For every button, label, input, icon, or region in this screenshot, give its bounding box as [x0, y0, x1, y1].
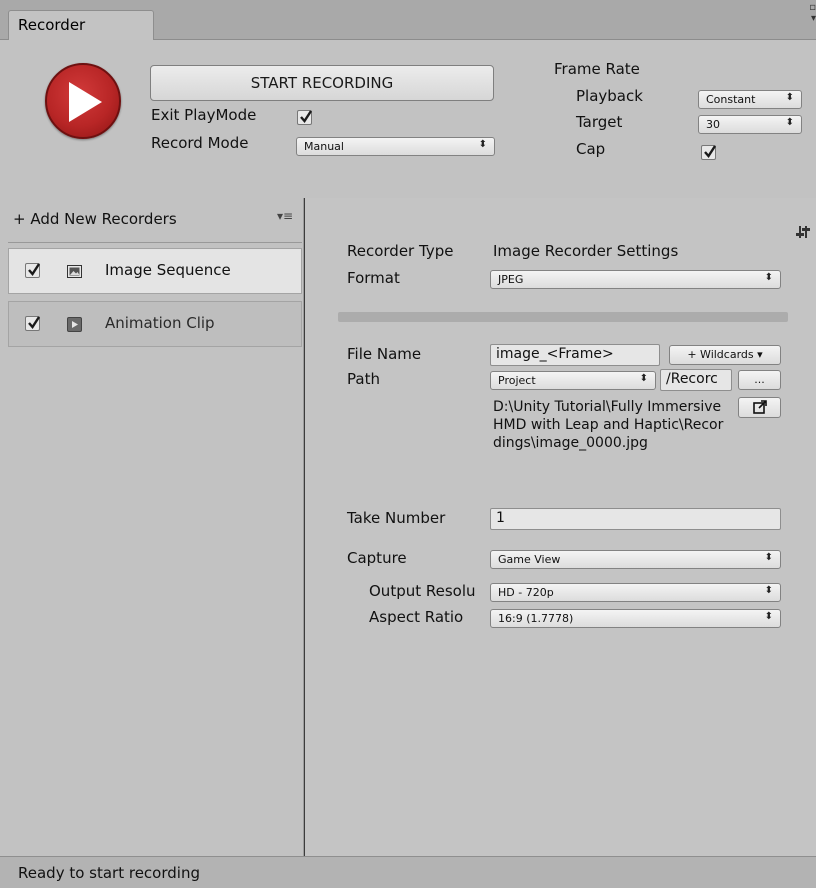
window-menu-icon[interactable]: ▫ ▾	[798, 2, 816, 28]
dropdown-arrow-icon: ⬍	[764, 585, 773, 596]
cap-checkbox[interactable]	[701, 145, 717, 160]
recorder-enabled-checkbox[interactable]	[25, 263, 41, 278]
animation-icon	[67, 317, 82, 332]
take-number-label: Take Number	[347, 509, 446, 527]
target-value: 30	[706, 118, 720, 131]
capture-value: Game View	[498, 553, 561, 566]
tab-recorder[interactable]: Recorder	[8, 10, 154, 41]
path-root-value: Project	[498, 374, 536, 387]
wildcards-button[interactable]: + Wildcards ▾	[669, 345, 781, 365]
capture-dropdown[interactable]: Game View ⬍	[490, 550, 781, 569]
playback-label: Playback	[576, 87, 643, 105]
open-folder-button[interactable]	[738, 397, 781, 418]
recorder-item-image-sequence[interactable]: Image Sequence	[8, 248, 302, 294]
chevron-down-icon: ▾	[757, 348, 763, 361]
resolved-output-path: D:\Unity Tutorial\Fully Immersive HMD wi…	[493, 399, 724, 451]
format-dropdown[interactable]: JPEG ⬍	[490, 270, 781, 289]
list-menu-icon[interactable]: ▾≡	[277, 209, 293, 223]
record-mode-dropdown[interactable]: Manual ⬍	[296, 137, 495, 156]
path-subfolder-input[interactable]: /Recorc	[660, 369, 732, 391]
cap-label: Cap	[576, 140, 606, 158]
record-mode-label: Record Mode	[151, 134, 249, 152]
browse-button[interactable]: ...	[738, 370, 781, 390]
dropdown-arrow-icon: ⬍	[764, 552, 773, 563]
dropdown-arrow-icon: ⬍	[764, 611, 773, 622]
image-icon	[67, 265, 82, 278]
aspect-ratio-dropdown[interactable]: 16:9 (1.7778) ⬍	[490, 609, 781, 628]
settings-sliders-icon[interactable]	[796, 224, 810, 240]
section-divider	[338, 312, 788, 322]
path-label: Path	[347, 370, 380, 388]
aspect-ratio-value: 16:9 (1.7778)	[498, 612, 574, 625]
format-value: JPEG	[498, 273, 524, 286]
recorder-header	[0, 40, 816, 198]
output-resolution-dropdown[interactable]: HD - 720p ⬍	[490, 583, 781, 602]
record-mode-value: Manual	[304, 140, 344, 153]
divider	[8, 242, 302, 243]
recorder-item-animation-clip[interactable]: Animation Clip	[8, 301, 302, 347]
recorder-type-label: Recorder Type	[347, 242, 454, 260]
add-new-recorders-button[interactable]: + Add New Recorders	[13, 210, 177, 228]
output-resolution-value: HD - 720p	[498, 586, 554, 599]
playback-dropdown[interactable]: Constant ⬍	[698, 90, 802, 109]
output-resolution-label: Output Resolu	[369, 582, 476, 600]
recorder-item-label: Image Sequence	[105, 261, 231, 279]
frame-rate-label: Frame Rate	[554, 60, 640, 78]
recorder-enabled-checkbox[interactable]	[25, 316, 41, 331]
dropdown-arrow-icon: ⬍	[785, 117, 794, 128]
status-bar: Ready to start recording	[0, 856, 816, 888]
recorders-list-panel	[0, 198, 304, 856]
target-label: Target	[576, 113, 623, 131]
wildcards-label: + Wildcards	[687, 348, 754, 361]
exit-playmode-checkbox[interactable]	[297, 110, 313, 125]
recorder-item-label: Animation Clip	[105, 314, 215, 332]
take-number-input[interactable]: 1	[490, 508, 781, 530]
playback-value: Constant	[706, 93, 756, 106]
capture-label: Capture	[347, 549, 407, 567]
path-root-dropdown[interactable]: Project ⬍	[490, 371, 656, 390]
recorder-type-value: Image Recorder Settings	[493, 242, 679, 260]
dropdown-arrow-icon: ⬍	[639, 373, 648, 384]
dropdown-arrow-icon: ⬍	[478, 139, 487, 150]
dropdown-arrow-icon: ⬍	[785, 92, 794, 103]
start-recording-button[interactable]: START RECORDING	[150, 65, 494, 101]
format-label: Format	[347, 269, 400, 287]
open-external-icon	[752, 400, 767, 414]
file-name-input[interactable]: image_<Frame>	[490, 344, 660, 366]
play-icon[interactable]	[45, 63, 121, 139]
exit-playmode-label: Exit PlayMode	[151, 106, 257, 124]
file-name-label: File Name	[347, 345, 422, 363]
dropdown-arrow-icon: ⬍	[764, 272, 773, 283]
aspect-ratio-label: Aspect Ratio	[369, 608, 464, 626]
target-dropdown[interactable]: 30 ⬍	[698, 115, 802, 134]
